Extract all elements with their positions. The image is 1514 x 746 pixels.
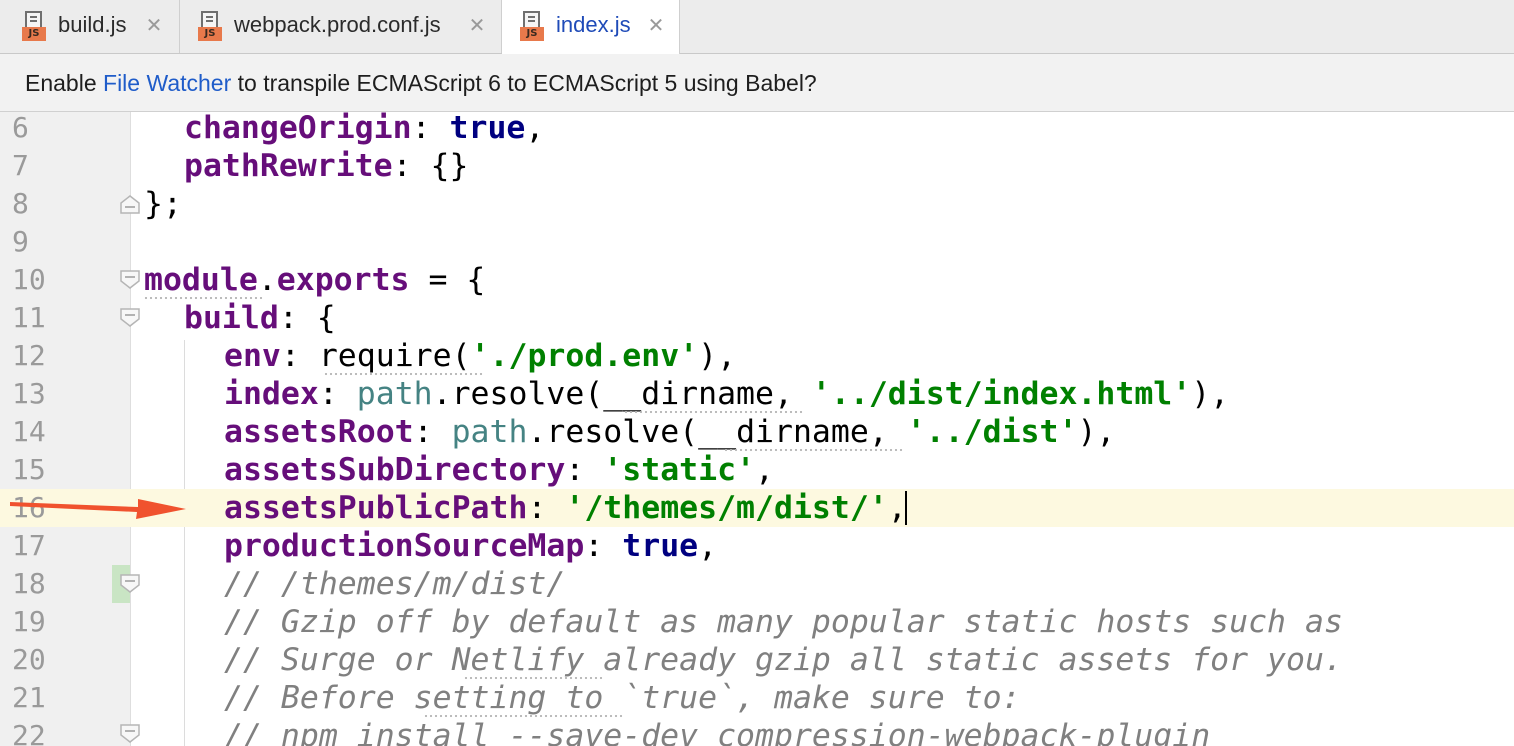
line-number: 12 (12, 339, 46, 372)
fold-start-icon[interactable] (119, 574, 141, 594)
close-icon[interactable]: ✕ (647, 15, 665, 35)
code-line: 10 module.exports = { (0, 261, 1514, 299)
code-text: }; (144, 186, 182, 222)
code-comment: // /themes/m/dist/ (224, 566, 566, 602)
code-line: 17 productionSourceMap: true, (0, 527, 1514, 565)
tab-index-js[interactable]: JS index.js ✕ (502, 0, 680, 54)
line-number: 19 (12, 605, 46, 638)
code-editor[interactable]: 6 changeOrigin: true, 7 pathRewrite: {} … (0, 112, 1514, 746)
line-number: 10 (12, 263, 46, 296)
spellcheck-underline (424, 715, 624, 718)
code-line: 19 // Gzip off by default as many popula… (0, 603, 1514, 641)
code-text: assetsRoot: path.resolve(__dirname, '../… (224, 414, 1116, 450)
close-icon[interactable]: ✕ (145, 15, 163, 35)
spellcheck-underline (144, 297, 264, 300)
red-arrow-icon (10, 499, 186, 519)
code-text: build: { (184, 300, 336, 336)
code-line: 22 // npm install --save-dev compression… (0, 717, 1514, 746)
code-comment: // Surge or Netlify already gzip all sta… (224, 642, 1343, 678)
code-line: 18 // /themes/m/dist/ (0, 565, 1514, 603)
line-number: 13 (12, 377, 46, 410)
code-line: 9 (0, 223, 1514, 261)
line-number: 18 (12, 567, 46, 600)
code-line: 12 env: require('./prod.env'), (0, 337, 1514, 375)
line-number: 15 (12, 453, 46, 486)
code-line: 20 // Surge or Netlify already gzip all … (0, 641, 1514, 679)
line-number: 22 (12, 719, 46, 746)
code-text: changeOrigin: true, (184, 112, 545, 146)
spellcheck-underline (324, 373, 484, 376)
js-file-icon: JS (198, 11, 224, 41)
notification-text: Enable File Watcher to transpile ECMAScr… (25, 70, 817, 96)
code-line: 6 changeOrigin: true, (0, 112, 1514, 147)
code-comment: // npm install --save-dev compression-we… (224, 718, 1211, 746)
tab-label: build.js (58, 12, 127, 37)
js-file-icon: JS (520, 11, 546, 41)
text-caret (905, 491, 907, 525)
line-number: 11 (12, 301, 46, 334)
spellcheck-underline (624, 411, 804, 414)
code-text: module.exports = { (144, 262, 486, 298)
code-text: assetsPublicPath: '/themes/m/dist/', (224, 490, 907, 526)
close-icon[interactable]: ✕ (468, 15, 486, 35)
fold-start-icon[interactable] (119, 724, 141, 744)
code-text: env: require('./prod.env'), (224, 338, 737, 374)
code-line: 11 build: { (0, 299, 1514, 337)
fold-end-icon[interactable] (119, 194, 141, 214)
code-text: assetsSubDirectory: 'static', (224, 452, 774, 488)
code-line: 8 }; (0, 185, 1514, 223)
js-file-icon: JS (22, 11, 48, 41)
spellcheck-underline (724, 449, 904, 452)
tab-webpack-prod-conf-js[interactable]: JS webpack.prod.conf.js ✕ (180, 0, 502, 53)
code-text: pathRewrite: {} (184, 148, 469, 184)
spellcheck-underline (464, 677, 604, 680)
file-watcher-link[interactable]: File Watcher (103, 70, 231, 96)
tab-label: webpack.prod.conf.js (234, 12, 441, 37)
line-number: 7 (12, 149, 29, 182)
tab-build-js[interactable]: JS build.js ✕ (0, 0, 180, 53)
line-number: 8 (12, 187, 29, 220)
line-number: 17 (12, 529, 46, 562)
line-number: 6 (12, 112, 29, 144)
fold-start-icon[interactable] (119, 308, 141, 328)
code-text: index: path.resolve(__dirname, '../dist/… (224, 376, 1230, 412)
line-number: 20 (12, 643, 46, 676)
code-comment: // Gzip off by default as many popular s… (224, 604, 1343, 640)
current-code-line: 16 assetsPublicPath: '/themes/m/dist/', (0, 489, 1514, 527)
line-number: 21 (12, 681, 46, 714)
fold-start-icon[interactable] (119, 270, 141, 290)
line-number: 14 (12, 415, 46, 448)
editor-tab-bar: JS build.js ✕ JS webpack.prod.conf.js ✕ … (0, 0, 1514, 54)
code-line: 21 // Before setting to `true`, make sur… (0, 679, 1514, 717)
line-number: 9 (12, 225, 29, 258)
tab-label: index.js (556, 12, 631, 37)
code-line: 14 assetsRoot: path.resolve(__dirname, '… (0, 413, 1514, 451)
code-line: 7 pathRewrite: {} (0, 147, 1514, 185)
file-watcher-notification: Enable File Watcher to transpile ECMAScr… (0, 54, 1514, 112)
code-line: 13 index: path.resolve(__dirname, '../di… (0, 375, 1514, 413)
code-text: productionSourceMap: true, (224, 528, 718, 564)
code-comment: // Before setting to `true`, make sure t… (224, 680, 1021, 716)
code-line: 15 assetsSubDirectory: 'static', (0, 451, 1514, 489)
